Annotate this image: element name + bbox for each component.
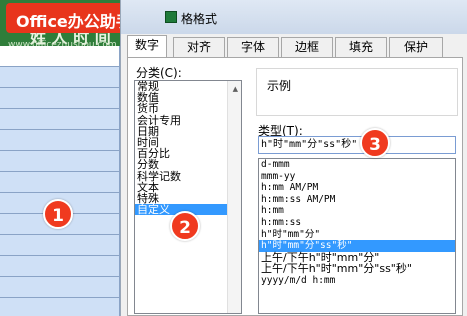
- format-code-item[interactable]: h"时"mm"分"ss"秒": [259, 240, 455, 252]
- sheet-cell[interactable]: [0, 298, 120, 316]
- tab-font[interactable]: 字体: [227, 37, 279, 57]
- format-code-item[interactable]: h:mm: [259, 205, 455, 217]
- category-item[interactable]: 货币: [135, 103, 241, 114]
- selected-cell-range[interactable]: [0, 46, 120, 316]
- format-cells-dialog: 格格式 数字 对齐 字体 边框 填充 保护 分类(C): 常规 数值 货币 会计专用日…: [120, 0, 467, 316]
- format-code-item[interactable]: h:mm AM/PM: [259, 182, 455, 194]
- tab-border[interactable]: 边框: [281, 37, 333, 57]
- tab-strip: 数字 对齐 字体 边框 填充 保护: [127, 35, 463, 58]
- sheet-cell[interactable]: [0, 88, 120, 109]
- dialog-title: 格格式: [181, 12, 218, 26]
- spreadsheet-area: 姓 人 时 间 www.officezhushou.com: [0, 0, 120, 316]
- format-code-list[interactable]: d-mmm mmm-yy h:mm AM/PM h:mm:ss AM/PM h:mm h:…: [258, 158, 456, 314]
- format-code-item[interactable]: h"时"mm"分": [259, 229, 455, 241]
- sheet-cell[interactable]: [0, 130, 120, 151]
- category-item[interactable]: 分数: [135, 159, 241, 170]
- sheet-cell[interactable]: [0, 277, 120, 298]
- sheet-cell[interactable]: [0, 67, 120, 88]
- logo-text: Office办公助手: [16, 12, 132, 31]
- sheet-cell[interactable]: [0, 172, 120, 193]
- sheet-cell[interactable]: [0, 46, 120, 67]
- tab-number[interactable]: 数字: [127, 35, 167, 58]
- format-code-item[interactable]: 上午/下午h"时"mm"分"ss"秒": [259, 263, 455, 275]
- format-code-item[interactable]: d-mmm: [259, 159, 455, 171]
- sheet-cell[interactable]: [0, 235, 120, 256]
- format-code-item[interactable]: h:mm:ss AM/PM: [259, 194, 455, 206]
- tab-alignment[interactable]: 对齐: [173, 37, 225, 57]
- sheet-cell[interactable]: [0, 151, 120, 172]
- step-badge-1: 1: [43, 199, 73, 229]
- category-scrollbar[interactable]: ▲: [227, 81, 241, 313]
- type-input[interactable]: h"时"mm"分"ss"秒": [258, 136, 456, 154]
- sheet-cell[interactable]: [0, 109, 120, 130]
- number-tab-panel: 分类(C): 常规 数值 货币 会计专用 日期 时间 百分比 分数 科学记数 文本 特殊 自定义 ▲ …: [127, 57, 463, 316]
- tab-fill[interactable]: 填充: [335, 37, 387, 57]
- preview-label: 示例: [267, 79, 292, 93]
- dialog-titlebar[interactable]: 格格式: [121, 0, 467, 34]
- format-code-item[interactable]: yyyy/m/d h:mm: [259, 275, 455, 287]
- tab-protection[interactable]: 保护: [389, 37, 443, 57]
- preview-group: 示例: [256, 68, 458, 116]
- format-code-item[interactable]: h:mm:ss: [259, 217, 455, 229]
- step-badge-2: 2: [170, 211, 200, 241]
- scroll-up-icon[interactable]: ▲: [233, 85, 238, 93]
- category-list[interactable]: 常规 数值 货币 会计专用 日期 时间 百分比 分数 科学记数 文本 特殊 自定义 ▲: [134, 80, 242, 314]
- excel-icon: [165, 11, 177, 23]
- format-code-item[interactable]: mmm-yy: [259, 171, 455, 183]
- step-badge-3: 3: [360, 128, 390, 158]
- sheet-cell[interactable]: [0, 256, 120, 277]
- category-label: 分类(C):: [136, 66, 182, 80]
- category-item[interactable]: 科学记数: [135, 170, 241, 182]
